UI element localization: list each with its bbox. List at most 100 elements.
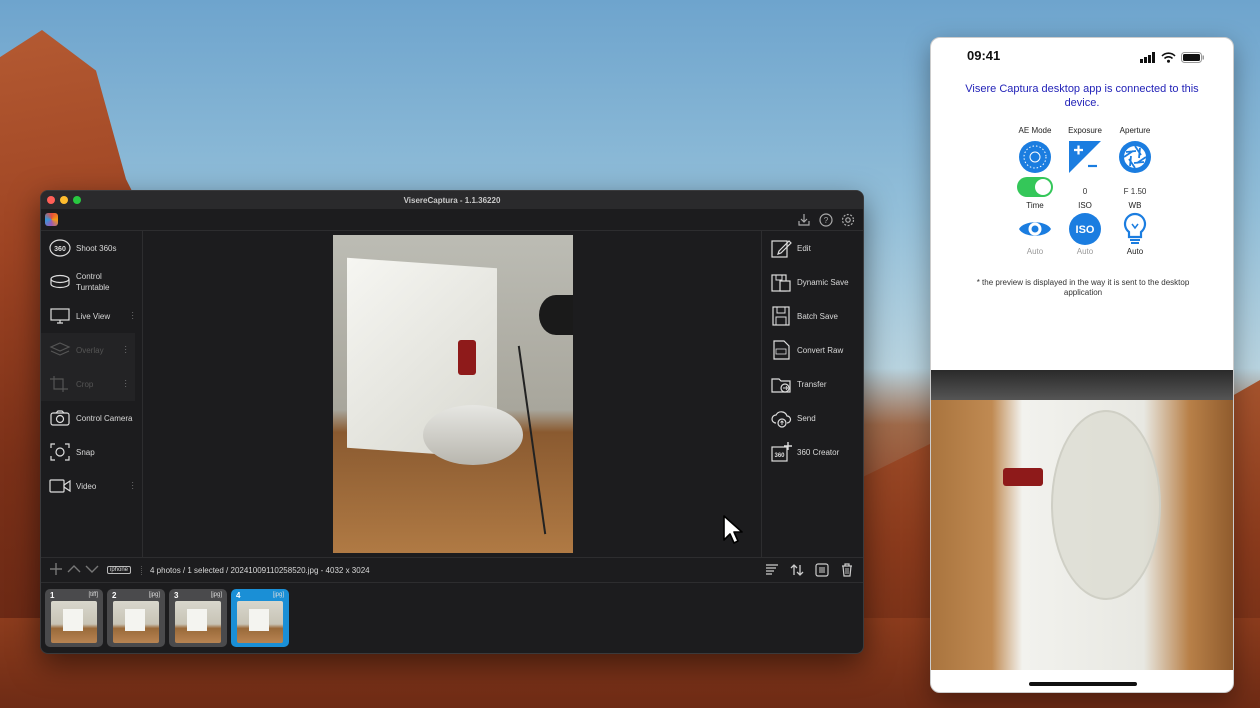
thumbnail-item[interactable]: 1 [tiff] <box>45 589 103 647</box>
sidebar-item-snap[interactable]: Snap <box>41 435 142 469</box>
convert-raw-button[interactable]: Convert Raw <box>762 333 863 367</box>
iso-header: ISO <box>1078 201 1092 210</box>
bottom-status-bar: iphone 4 photos / 1 selected / 202410091… <box>41 557 863 583</box>
help-icon[interactable]: ? <box>818 212 833 227</box>
thumbnail-strip: 1 [tiff] 2 [jpg] 3 [jpg] 4 [jpg] <box>45 589 289 647</box>
edit-icon <box>769 236 793 260</box>
more-options-icon[interactable]: · · · <box>131 479 134 493</box>
status-time: 09:41 <box>967 48 1001 63</box>
window-title: VisereCaptura - 1.1.36220 <box>403 195 501 205</box>
time-header: Time <box>1026 201 1044 210</box>
sidebar-item-video[interactable]: Video · · · <box>41 469 142 503</box>
cellular-signal-icon <box>1140 50 1156 68</box>
send-icon <box>769 406 793 430</box>
monitor-icon <box>48 305 72 327</box>
thumbnail-format: [tiff] <box>88 592 98 598</box>
left-sidebar: 360 Shoot 360s Control Turntable Live Vi… <box>41 231 143 557</box>
thumbnail-item[interactable]: 3 [jpg] <box>169 589 227 647</box>
sidebar-item-overlay: Overlay · · · <box>41 333 135 367</box>
trash-icon[interactable] <box>839 562 855 578</box>
sidebar-item-control-camera[interactable]: Control Camera <box>41 401 142 435</box>
ae-mode-toggle[interactable] <box>1017 177 1053 197</box>
iso-icon[interactable]: ISO <box>1065 211 1105 247</box>
chevron-down-icon[interactable] <box>85 564 99 576</box>
sidebar-item-label: Control Camera <box>76 413 133 423</box>
transfer-button[interactable]: Transfer <box>762 367 863 401</box>
layers-icon <box>48 339 72 361</box>
camera-controls: AE Mode Exposure Aperture 0 F 1.50 Time … <box>1015 126 1155 256</box>
thumbnail-number: 4 <box>236 591 241 600</box>
sidebar-item-shoot-360s[interactable]: 360 Shoot 360s <box>41 231 142 265</box>
aperture-icon[interactable] <box>1115 139 1155 175</box>
convert-raw-icon <box>769 338 793 362</box>
more-options-icon[interactable]: · · · <box>131 309 134 323</box>
video-icon <box>48 475 72 497</box>
sidebar-item-label: Control Turntable <box>76 272 110 292</box>
sidebar-item-label: Video <box>76 481 97 491</box>
wb-header: WB <box>1128 201 1142 210</box>
white-balance-bulb-icon[interactable] <box>1115 211 1155 247</box>
more-options-icon: · · · <box>124 342 127 357</box>
sidebar-item-control-turntable[interactable]: Control Turntable <box>41 265 142 299</box>
exposure-header: Exposure <box>1068 126 1102 135</box>
send-label: Send <box>797 413 816 423</box>
aperture-value: F 1.50 <box>1123 187 1147 196</box>
aperture-header: Aperture <box>1119 126 1151 135</box>
ae-mode-dial-icon[interactable] <box>1015 139 1055 175</box>
home-indicator[interactable] <box>1029 682 1137 686</box>
sidebar-item-label: Snap <box>76 447 95 457</box>
chevron-up-icon[interactable] <box>67 564 81 576</box>
eye-icon[interactable] <box>1015 211 1055 247</box>
transfer-icon <box>769 372 793 396</box>
add-icon[interactable] <box>49 562 63 578</box>
thumbnail-image <box>113 601 159 643</box>
360-creator-button[interactable]: 360 360 Creator <box>762 435 863 469</box>
transfer-label: Transfer <box>797 379 827 389</box>
ae-mode-header: AE Mode <box>1018 126 1052 135</box>
selection-info: 4 photos / 1 selected / 2024100911025852… <box>141 565 370 575</box>
preview-note: * the preview is displayed in the way it… <box>976 278 1190 297</box>
dynamic-save-icon <box>769 270 793 294</box>
top-toolbar: ? <box>41 209 863 231</box>
import-icon[interactable] <box>796 212 811 227</box>
snap-icon <box>48 441 72 463</box>
wb-value: Auto <box>1126 247 1144 256</box>
thumbnail-image <box>175 601 221 643</box>
sidebar-item-label: Shoot 360s <box>76 243 117 253</box>
sort-icon[interactable] <box>789 562 805 578</box>
ios-status-bar: 09:41 <box>931 38 1233 72</box>
window-titlebar[interactable]: VisereCaptura - 1.1.36220 <box>41 191 863 209</box>
edit-button[interactable]: Edit <box>762 231 863 265</box>
exposure-compensation-icon[interactable] <box>1065 139 1105 175</box>
close-window-button[interactable] <box>47 196 55 204</box>
visere-captura-window: VisereCaptura - 1.1.36220 ? 360 Shoot 36… <box>40 190 864 654</box>
minimize-window-button[interactable] <box>60 196 68 204</box>
camera-preview <box>931 370 1233 670</box>
svg-text:360: 360 <box>54 246 66 253</box>
thumbnail-item[interactable]: 2 [jpg] <box>107 589 165 647</box>
iphone-source-button[interactable]: iphone <box>107 566 132 574</box>
batch-save-button[interactable]: Batch Save <box>762 299 863 333</box>
dynamic-save-button[interactable]: Dynamic Save <box>762 265 863 299</box>
battery-icon <box>1181 50 1205 68</box>
svg-text:?: ? <box>823 216 828 225</box>
360-creator-icon: 360 <box>769 440 793 464</box>
dynamic-save-label: Dynamic Save <box>797 277 849 287</box>
photo-viewer[interactable] <box>143 231 763 557</box>
thumbnail-image <box>237 601 283 643</box>
svg-text:360: 360 <box>774 453 785 459</box>
thumbnail-item-selected[interactable]: 4 [jpg] <box>231 589 289 647</box>
thumbnail-number: 3 <box>174 591 179 600</box>
iso-value: Auto <box>1076 247 1094 256</box>
send-button[interactable]: Send <box>762 401 863 435</box>
maximize-window-button[interactable] <box>73 196 81 204</box>
thumbnail-image <box>51 601 97 643</box>
360-creator-label: 360 Creator <box>797 447 840 457</box>
thumbnail-format: [jpg] <box>148 592 160 598</box>
sidebar-item-live-view[interactable]: Live View · · · <box>41 299 142 333</box>
select-all-icon[interactable] <box>814 562 830 578</box>
thumbnail-number: 2 <box>112 591 117 600</box>
camera-icon <box>48 407 72 429</box>
filter-list-icon[interactable] <box>764 562 780 578</box>
settings-gear-icon[interactable] <box>840 212 855 227</box>
